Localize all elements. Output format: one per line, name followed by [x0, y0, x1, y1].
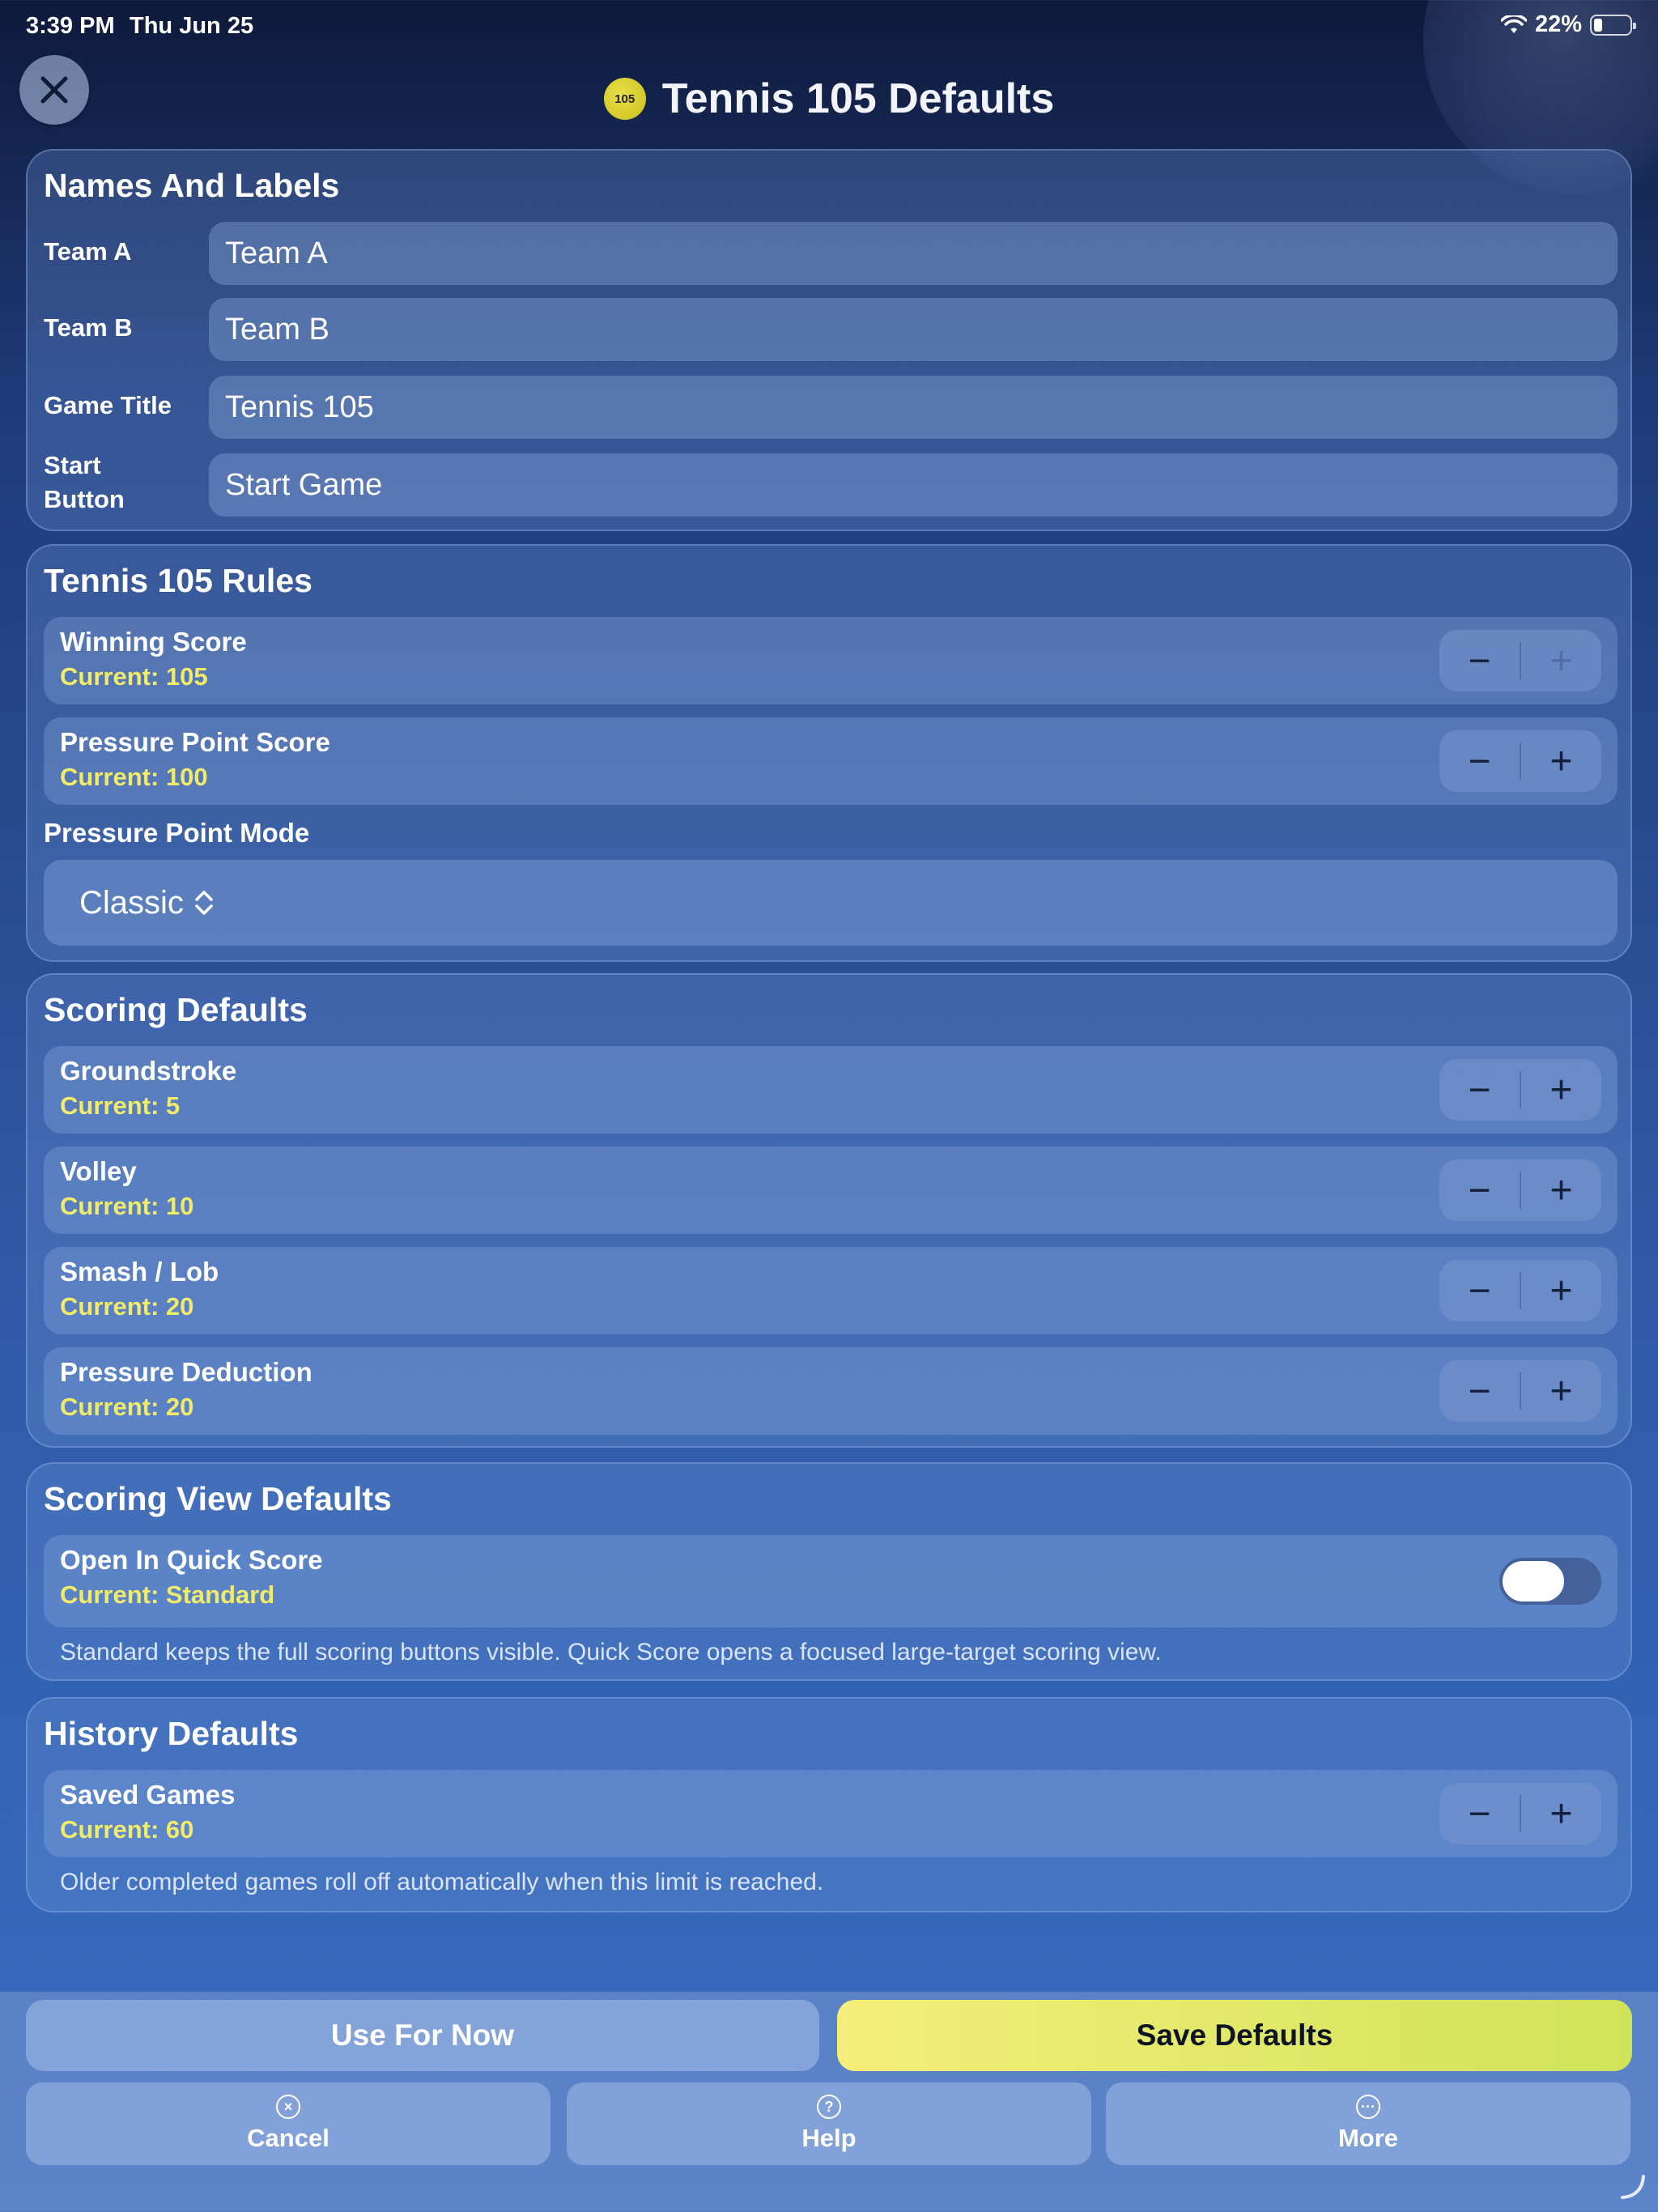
row-label: Smash / Lob — [60, 1257, 219, 1287]
row-current-value: Current: Standard — [60, 1580, 275, 1609]
row-label: Groundstroke — [60, 1056, 237, 1086]
saved-games-row: Saved Games Current: 60 − + — [44, 1770, 1618, 1857]
resize-handle-icon[interactable] — [1618, 2172, 1647, 2201]
saved-games-stepper: − + — [1439, 1783, 1601, 1844]
scoring-view-help-text: Standard keeps the full scoring buttons … — [60, 1639, 1162, 1665]
more-label: More — [1337, 2124, 1399, 2152]
more-button[interactable]: ··· More — [1106, 2082, 1630, 2165]
row-current-value: Current: 20 — [60, 1292, 194, 1321]
pressure-point-mode-label: Pressure Point Mode — [44, 818, 310, 848]
wifi-icon — [1500, 15, 1527, 33]
row-label: Saved Games — [60, 1780, 236, 1810]
section-title: History Defaults — [44, 1715, 299, 1752]
tennis-ball-logo-icon: 105 — [603, 78, 646, 120]
quick-score-toggle[interactable] — [1499, 1558, 1601, 1605]
decrement-button[interactable]: − — [1439, 1159, 1520, 1221]
increment-button[interactable]: + — [1521, 1159, 1601, 1221]
increment-button[interactable]: + — [1521, 1260, 1601, 1321]
decrement-button[interactable]: − — [1439, 1783, 1520, 1844]
battery-percent: 22% — [1534, 11, 1582, 37]
status-bar: 3:39 PM Thu Jun 25 22% — [0, 0, 1658, 52]
history-defaults-card: History Defaults Saved Games Current: 60… — [26, 1697, 1632, 1912]
increment-button[interactable]: + — [1521, 730, 1601, 792]
team-a-label: Team A — [44, 237, 132, 266]
section-title: Tennis 105 Rules — [44, 562, 312, 599]
start-button-label-line1: Start — [44, 451, 101, 479]
section-title: Scoring Defaults — [44, 991, 308, 1028]
groundstroke-row: Groundstroke Current: 5 − + — [44, 1046, 1618, 1134]
save-defaults-button[interactable]: Save Defaults — [837, 2000, 1632, 2071]
cancel-label: Cancel — [247, 2124, 329, 2152]
status-right: 22% — [1500, 11, 1636, 38]
row-label: Pressure Point Score — [60, 727, 330, 757]
increment-button[interactable]: + — [1521, 1059, 1601, 1121]
team-a-input[interactable]: Team A — [209, 222, 1618, 285]
game-title-input[interactable]: Tennis 105 — [209, 376, 1618, 439]
header: 105 Tennis 105 Defaults — [0, 74, 1658, 123]
status-time: 3:39 PM — [26, 13, 115, 39]
row-current-value: Current: 100 — [60, 763, 208, 791]
winning-score-stepper: − + — [1439, 630, 1601, 691]
decrement-button[interactable]: − — [1439, 730, 1520, 792]
pressure-deduction-stepper: − + — [1439, 1360, 1601, 1422]
smash-lob-row: Smash / Lob Current: 20 − + — [44, 1247, 1618, 1334]
winning-score-row: Winning Score Current: 105 − + — [44, 617, 1618, 704]
row-current-value: Current: 10 — [60, 1192, 194, 1220]
open-in-quick-score-row: Open In Quick Score Current: Standard — [44, 1535, 1618, 1627]
section-title: Scoring View Defaults — [44, 1480, 392, 1517]
cancel-button[interactable]: × Cancel — [26, 2082, 551, 2165]
row-label: Volley — [60, 1156, 137, 1186]
history-help-text: Older completed games roll off automatic… — [60, 1869, 824, 1895]
volley-row: Volley Current: 10 − + — [44, 1146, 1618, 1234]
battery-icon — [1590, 14, 1636, 36]
page-title: Tennis 105 Defaults — [661, 75, 1055, 122]
row-current-value: Current: 60 — [60, 1815, 194, 1844]
scoring-defaults-card: Scoring Defaults Groundstroke Current: 5… — [26, 973, 1632, 1448]
team-b-label: Team B — [44, 313, 133, 342]
help-button[interactable]: ? Help — [567, 2082, 1091, 2165]
row-current-value: Current: 105 — [60, 662, 208, 691]
help-circle-question-icon: ? — [817, 2095, 841, 2119]
decrement-button[interactable]: − — [1439, 1260, 1520, 1321]
row-current-value: Current: 20 — [60, 1393, 194, 1421]
game-title-label: Game Title — [44, 391, 172, 419]
row-current-value: Current: 5 — [60, 1091, 181, 1120]
pressure-point-score-stepper: − + — [1439, 730, 1601, 792]
row-label: Open In Quick Score — [60, 1545, 323, 1575]
names-and-labels-card: Names And Labels Team A Team A Team B Te… — [26, 149, 1632, 531]
volley-stepper: − + — [1439, 1159, 1601, 1221]
smash-lob-stepper: − + — [1439, 1260, 1601, 1321]
start-button-label-line2: Button — [44, 485, 125, 513]
start-button-input[interactable]: Start Game — [209, 453, 1618, 517]
increment-button[interactable]: + — [1521, 630, 1601, 691]
pressure-deduction-row: Pressure Deduction Current: 20 − + — [44, 1347, 1618, 1435]
section-title: Names And Labels — [44, 167, 340, 204]
pressure-point-mode-picker[interactable]: Classic — [44, 860, 1618, 946]
decrement-button[interactable]: − — [1439, 1059, 1520, 1121]
start-button-label: Start Button — [44, 449, 125, 517]
decrement-button[interactable]: − — [1439, 630, 1520, 691]
scoring-view-defaults-card: Scoring View Defaults Open In Quick Scor… — [26, 1462, 1632, 1681]
row-label: Winning Score — [60, 627, 247, 657]
toggle-knob — [1503, 1561, 1564, 1602]
picker-value: Classic — [79, 884, 184, 921]
increment-button[interactable]: + — [1521, 1783, 1601, 1844]
use-for-now-button[interactable]: Use For Now — [26, 2000, 819, 2071]
status-date: Thu Jun 25 — [130, 13, 254, 39]
decrement-button[interactable]: − — [1439, 1360, 1520, 1422]
increment-button[interactable]: + — [1521, 1360, 1601, 1422]
team-b-input[interactable]: Team B — [209, 298, 1618, 361]
rules-card: Tennis 105 Rules Winning Score Current: … — [26, 544, 1632, 962]
row-label: Pressure Deduction — [60, 1357, 312, 1387]
help-label: Help — [801, 2124, 857, 2152]
chevron-up-down-icon — [195, 891, 213, 915]
cancel-circle-x-icon: × — [276, 2095, 300, 2119]
groundstroke-stepper: − + — [1439, 1059, 1601, 1121]
pressure-point-score-row: Pressure Point Score Current: 100 − + — [44, 717, 1618, 805]
more-circle-ellipsis-icon: ··· — [1356, 2095, 1380, 2119]
